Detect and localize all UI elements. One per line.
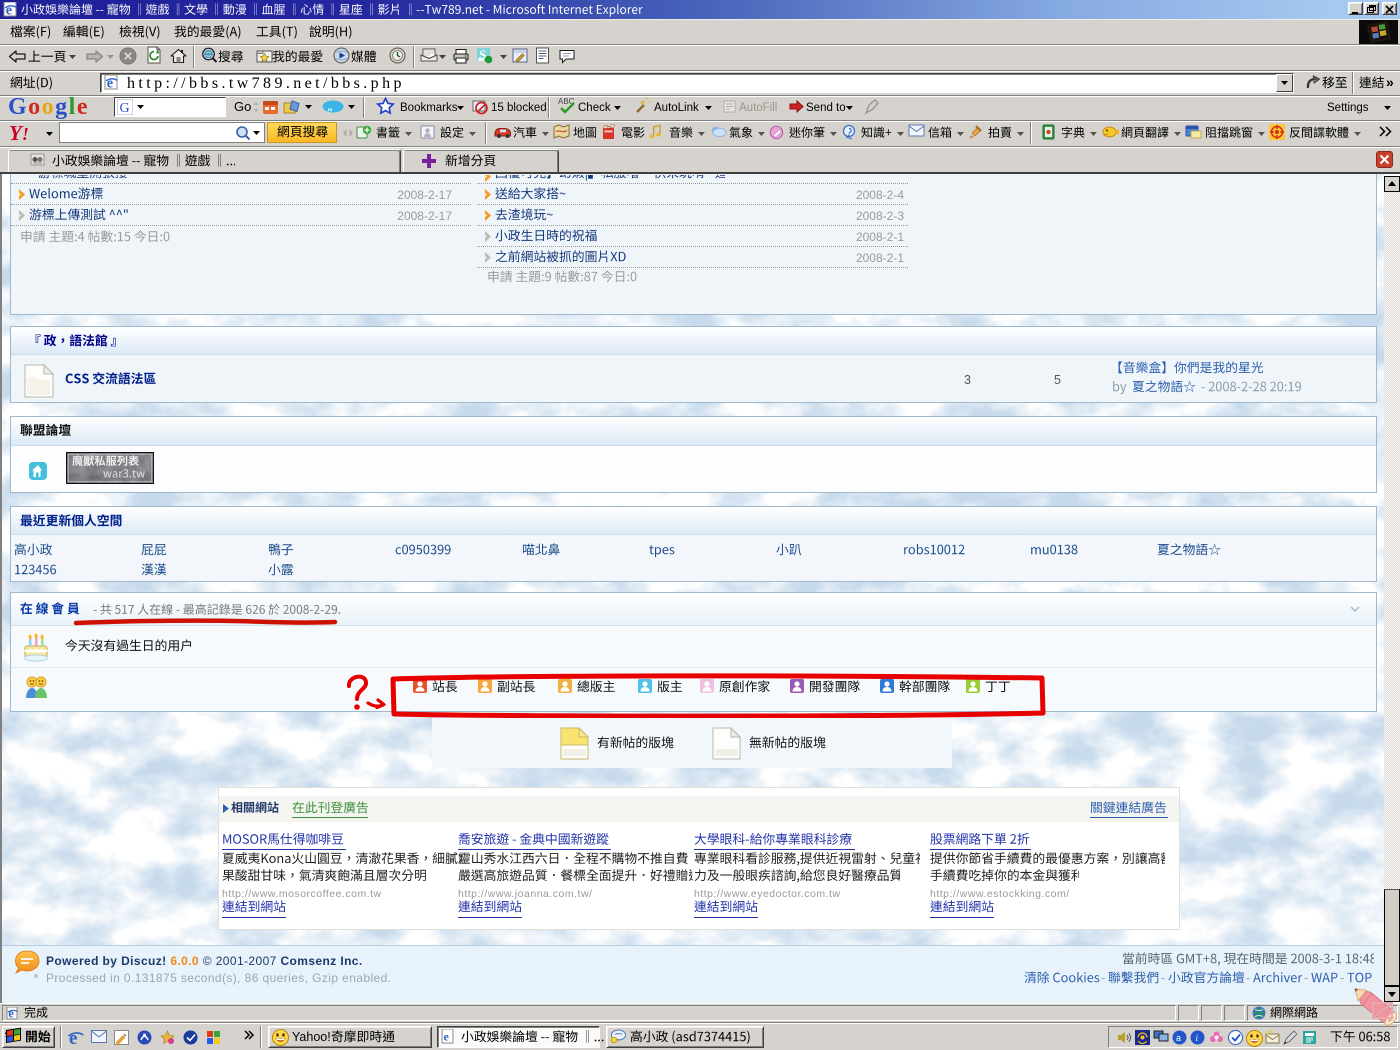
svg-text:e: e bbox=[444, 1030, 450, 1044]
svg-text:e: e bbox=[107, 75, 113, 90]
svg-text:,,: ,, bbox=[328, 102, 334, 113]
svg-text:e: e bbox=[8, 1007, 14, 1020]
svg-text:a: a bbox=[1176, 1033, 1181, 1043]
svg-text:G: G bbox=[120, 101, 130, 115]
svg-text:e: e bbox=[6, 2, 12, 17]
